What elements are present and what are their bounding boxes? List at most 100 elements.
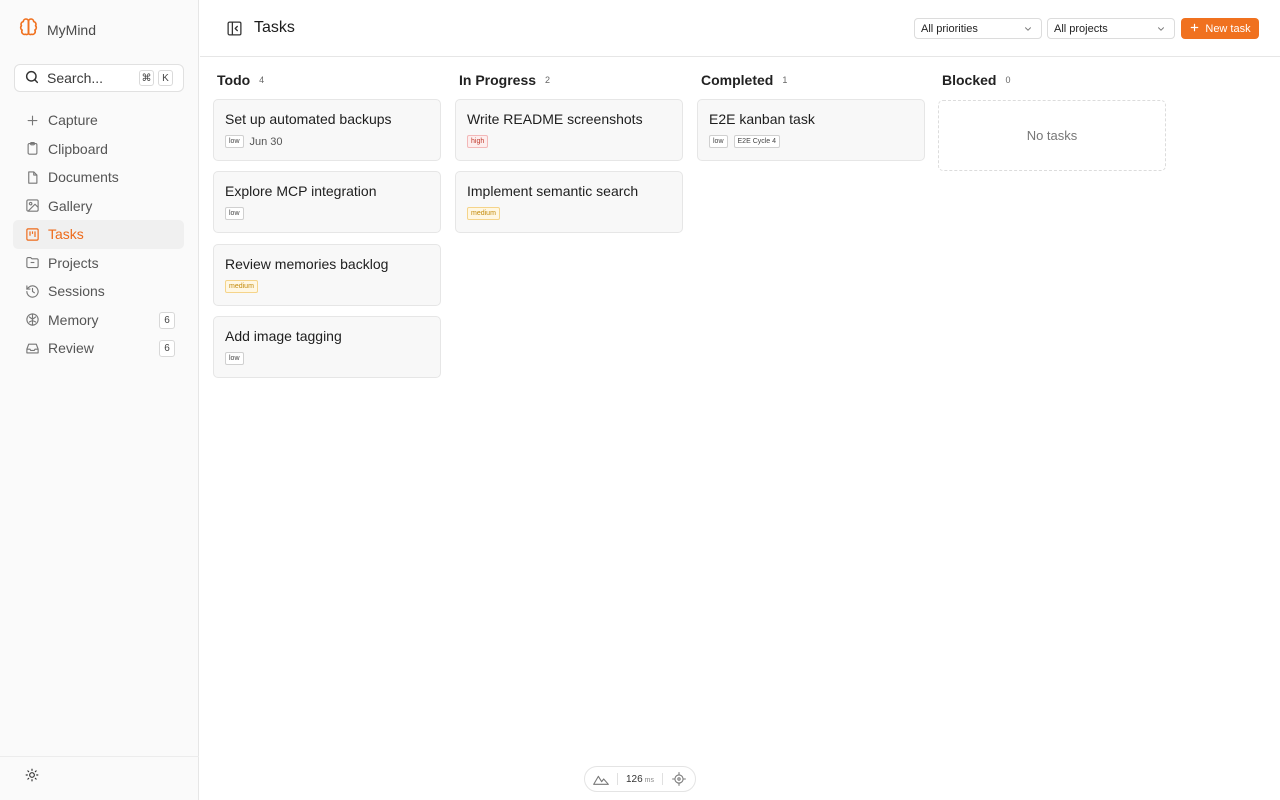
sidebar-item-label: Capture (48, 112, 98, 129)
task-card[interactable]: Add image tagging low (213, 316, 441, 378)
page-header: Tasks All priorities All projects New ta… (200, 0, 1280, 57)
theme-toggle-sun-icon[interactable] (24, 767, 40, 783)
shortcut-mod-key: ⌘ (139, 70, 154, 86)
task-meta: low (225, 352, 244, 365)
column-header: In Progress 2 (455, 70, 683, 90)
task-meta: medium (225, 280, 258, 293)
history-icon (24, 283, 40, 299)
sidebar-item-memory[interactable]: Memory 6 (13, 306, 184, 335)
priority-badge: medium (467, 207, 500, 220)
priority-badge: low (225, 352, 244, 365)
column-title: Completed (701, 72, 774, 88)
priority-badge: low (225, 135, 244, 148)
column-in-progress: In Progress 2 Write README screenshots h… (455, 70, 683, 233)
priority-filter-value: All priorities (921, 22, 978, 35)
latency-value: 126 (625, 773, 643, 785)
sidebar-item-documents[interactable]: Documents (13, 163, 184, 192)
plus-icon (1189, 22, 1200, 36)
sidebar-item-sessions[interactable]: Sessions (13, 277, 184, 306)
task-card[interactable]: Write README screenshots high (455, 99, 683, 161)
priority-badge: medium (225, 280, 258, 293)
brain-icon (24, 312, 40, 328)
empty-column-placeholder: No tasks (938, 100, 1166, 171)
sidebar-item-label: Memory (48, 311, 99, 328)
due-date: Jun 30 (249, 135, 283, 148)
search-button[interactable]: Search... ⌘ K (14, 64, 184, 92)
sidebar-item-projects[interactable]: Projects (13, 249, 184, 278)
app-name: MyMind (47, 22, 97, 38)
sidebar-item-label: Projects (48, 254, 99, 271)
latency-readout: 126 ms (618, 774, 661, 785)
column-todo: Todo 4 Set up automated backups low Jun … (213, 70, 441, 378)
task-meta: low E2E Cycle 4 (709, 135, 781, 148)
column-title: Blocked (942, 72, 997, 88)
sidebar-item-label: Sessions (48, 283, 105, 300)
shortcut-k-key: K (158, 70, 173, 86)
task-meta: low (225, 207, 244, 220)
crosshair-icon[interactable] (663, 772, 695, 786)
task-title: Explore MCP integration (225, 183, 377, 199)
task-title: E2E kanban task (709, 111, 815, 127)
brain-logo-icon (18, 17, 39, 43)
new-task-label: New task (1205, 22, 1251, 35)
column-completed: Completed 1 E2E kanban task low E2E Cycl… (697, 70, 925, 161)
page-title: Tasks (254, 19, 295, 36)
chevron-down-icon (1156, 24, 1166, 37)
column-header: Completed 1 (697, 70, 925, 90)
task-card[interactable]: Review memories backlog medium (213, 244, 441, 306)
latency-unit: ms (644, 776, 655, 784)
clipboard-icon (24, 141, 40, 157)
folder-icon (24, 255, 40, 271)
task-title: Review memories backlog (225, 256, 389, 272)
sidebar-item-gallery[interactable]: Gallery (13, 192, 184, 221)
sidebar-item-label: Documents (48, 169, 119, 186)
sidebar-item-capture[interactable]: Capture (13, 106, 184, 135)
new-task-button[interactable]: New task (1181, 18, 1259, 39)
project-filter-select[interactable]: All projects (1047, 18, 1175, 39)
column-header: Blocked 0 (938, 70, 1166, 90)
sidebar-item-tasks[interactable]: Tasks (13, 220, 184, 249)
task-meta: low Jun 30 (225, 135, 283, 148)
task-title: Add image tagging (225, 328, 342, 344)
sidebar-nav: Capture Clipboard Documents Gallery Task… (13, 106, 184, 363)
inbox-icon (24, 340, 40, 356)
priority-filter-select[interactable]: All priorities (914, 18, 1042, 39)
project-filter-value: All projects (1054, 22, 1108, 35)
task-card[interactable]: Explore MCP integration low (213, 171, 441, 233)
review-count-badge: 6 (159, 340, 175, 357)
task-card[interactable]: E2E kanban task low E2E Cycle 4 (697, 99, 925, 161)
column-title: In Progress (459, 72, 537, 88)
column-title: Todo (217, 72, 251, 88)
sidebar: MyMind Search... ⌘ K Capture Clipboard D… (0, 0, 199, 800)
sidebar-item-label: Gallery (48, 197, 93, 214)
column-header: Todo 4 (213, 70, 441, 90)
priority-badge: low (225, 207, 244, 220)
sidebar-item-clipboard[interactable]: Clipboard (13, 135, 184, 164)
documents-icon (24, 169, 40, 185)
priority-badge: low (709, 135, 728, 148)
task-title: Set up automated backups (225, 111, 392, 127)
column-count: 0 (1005, 75, 1011, 85)
search-label: Search... (47, 70, 104, 86)
sidebar-item-label: Tasks (48, 226, 84, 243)
mountain-icon[interactable] (585, 772, 617, 786)
brand[interactable]: MyMind (18, 17, 96, 43)
project-badge: E2E Cycle 4 (733, 135, 781, 148)
image-icon (24, 198, 40, 214)
column-count: 1 (782, 75, 788, 85)
task-card[interactable]: Set up automated backups low Jun 30 (213, 99, 441, 161)
task-meta: high (467, 135, 489, 148)
task-title: Write README screenshots (467, 111, 643, 127)
sidebar-divider (0, 756, 199, 757)
memory-count-badge: 6 (159, 311, 175, 329)
task-title: Implement semantic search (467, 183, 639, 199)
chevron-down-icon (1023, 24, 1033, 37)
sidebar-item-label: Review (48, 340, 94, 357)
priority-badge: high (467, 135, 489, 148)
kanban-icon (24, 226, 40, 242)
sidebar-collapse-icon[interactable] (226, 20, 243, 37)
sidebar-item-review[interactable]: Review 6 (13, 334, 184, 363)
plus-icon (24, 112, 40, 128)
task-card[interactable]: Implement semantic search medium (455, 171, 683, 233)
column-count: 2 (545, 75, 551, 85)
